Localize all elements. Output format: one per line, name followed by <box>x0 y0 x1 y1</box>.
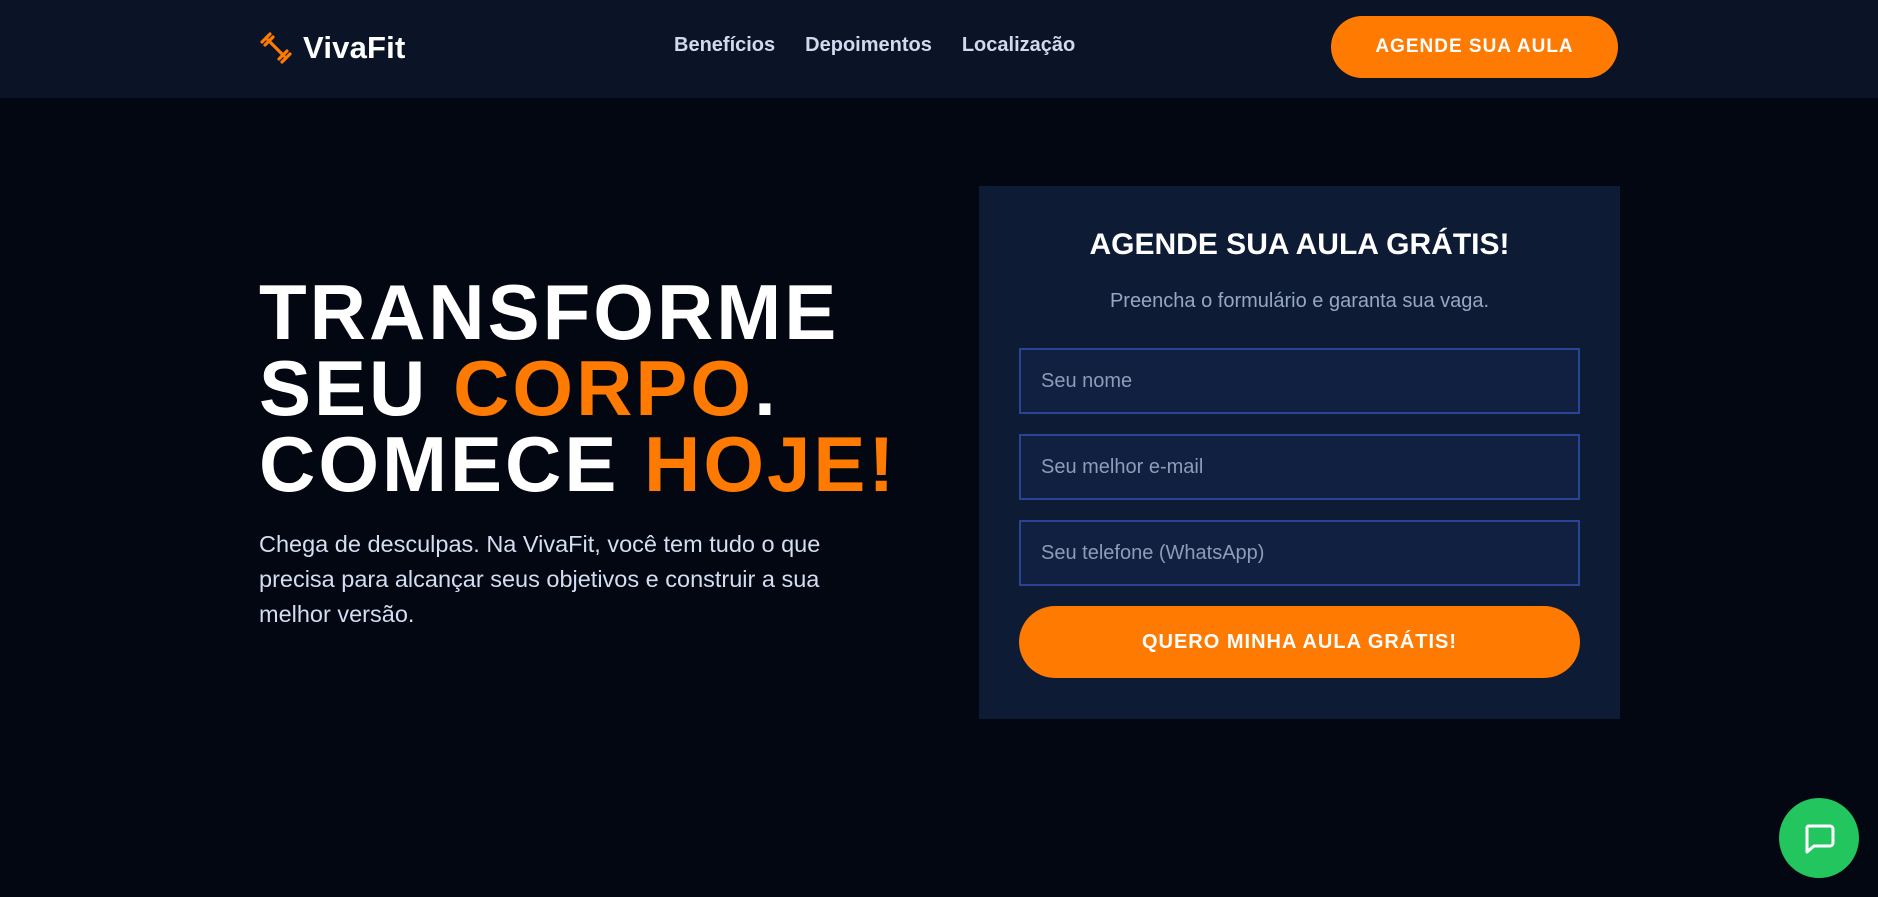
hero-description: Chega de desculpas. Na VivaFit, você tem… <box>259 531 821 627</box>
brand-logo[interactable]: VivaFit <box>259 28 405 68</box>
schedule-class-button[interactable]: AGENDE SUA AULA <box>1331 16 1618 78</box>
brand-name: VivaFit <box>303 30 406 65</box>
nav-link-beneficios[interactable]: Benefícios <box>674 34 775 57</box>
email-input[interactable] <box>1019 434 1580 500</box>
hero-title-line-2: SEU CORPO. <box>259 349 959 427</box>
form-subtitle: Preencha o formulário e garanta sua vaga… <box>1109 290 1490 312</box>
hero-title-line-2-suffix: . <box>754 344 779 432</box>
hero-title-line-2-prefix: SEU <box>259 344 454 432</box>
hero-title: TRANSFORME SEU CORPO. COMECE HOJE! <box>259 268 959 503</box>
dumbbell-icon <box>260 32 292 64</box>
nav-links: Benefícios Depoimentos Localização <box>674 34 1075 57</box>
submit-button[interactable]: QUERO MINHA AULA GRÁTIS! <box>1019 606 1580 678</box>
chat-bubble-icon <box>1805 824 1835 854</box>
name-input[interactable] <box>1019 348 1580 414</box>
nav-link-depoimentos[interactable]: Depoimentos <box>805 34 932 57</box>
phone-input[interactable] <box>1019 520 1580 586</box>
navbar: VivaFit Benefícios Depoimentos Localizaç… <box>0 0 1878 98</box>
nav-link-localizacao[interactable]: Localização <box>962 34 1075 57</box>
hero-title-line-3-prefix: COMECE <box>259 420 645 508</box>
hero-title-line-1: TRANSFORME <box>259 268 840 356</box>
hero-title-accent-corpo: CORPO <box>453 344 755 432</box>
form-title: AGENDE SUA AULA GRÁTIS! <box>1089 228 1510 261</box>
hero-title-line-3: COMECE HOJE! <box>259 425 959 503</box>
hero-title-accent-hoje: HOJE! <box>644 420 898 508</box>
chat-button[interactable] <box>1779 798 1859 878</box>
